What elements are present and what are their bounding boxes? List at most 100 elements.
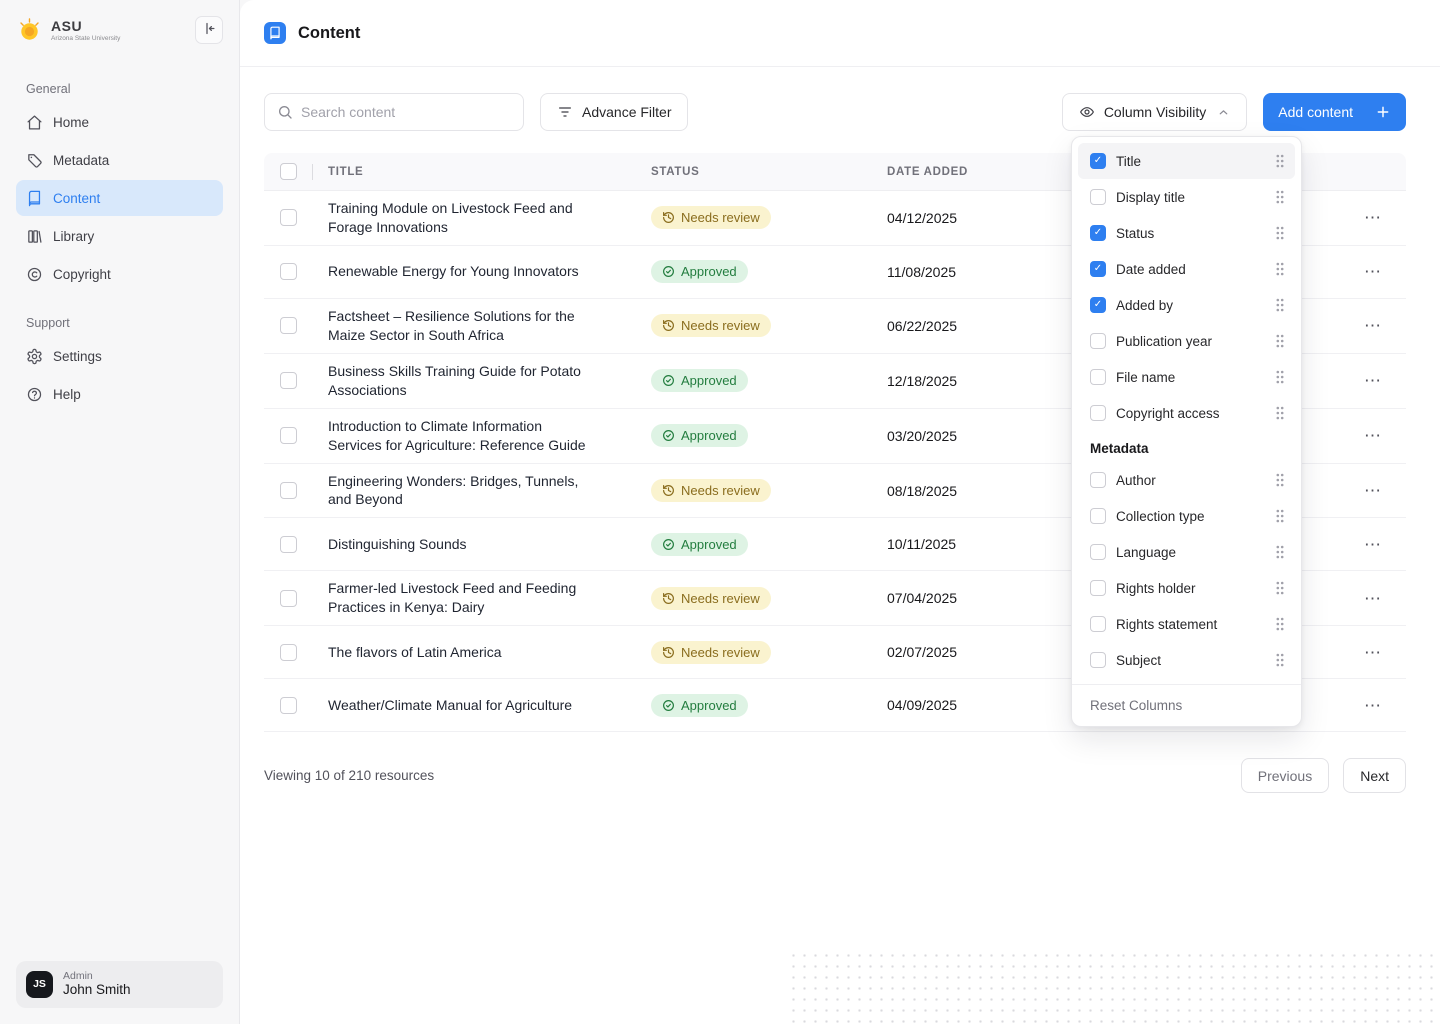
row-date: 02/07/2025 bbox=[887, 644, 1063, 660]
column-option-checkbox[interactable] bbox=[1090, 405, 1106, 421]
drag-handle-icon[interactable] bbox=[1275, 580, 1285, 596]
search-input[interactable] bbox=[301, 104, 511, 120]
settings-icon bbox=[26, 348, 43, 365]
sidebar-item-label: Metadata bbox=[53, 153, 109, 168]
column-menu-items: ✓TitleDisplay title ✓ Status ✓Date added✓Ad… bbox=[1072, 143, 1301, 431]
column-option-title[interactable]: ✓Title bbox=[1078, 143, 1295, 179]
row-checkbox[interactable] bbox=[280, 482, 297, 499]
drag-handle-icon[interactable] bbox=[1275, 261, 1285, 277]
drag-handle-icon[interactable] bbox=[1275, 153, 1285, 169]
drag-handle-icon[interactable] bbox=[1275, 472, 1285, 488]
sidebar-item-metadata[interactable]: Metadata bbox=[16, 142, 223, 178]
column-option-file-name[interactable]: File name bbox=[1078, 359, 1295, 395]
row-actions-button[interactable]: ⋯ bbox=[1364, 317, 1382, 334]
row-actions-button[interactable]: ⋯ bbox=[1364, 697, 1382, 714]
column-option-status[interactable]: ✓ Status bbox=[1078, 215, 1295, 251]
sidebar-item-settings[interactable]: Settings bbox=[16, 338, 223, 374]
drag-handle-icon[interactable] bbox=[1275, 297, 1285, 313]
advance-filter-label: Advance Filter bbox=[582, 104, 671, 120]
row-actions-button[interactable]: ⋯ bbox=[1364, 644, 1382, 661]
column-option-date-added[interactable]: ✓Date added bbox=[1078, 251, 1295, 287]
column-option-label: Language bbox=[1116, 545, 1265, 560]
row-actions-button[interactable]: ⋯ bbox=[1364, 590, 1382, 607]
panel-collapse-icon bbox=[202, 21, 217, 39]
column-option-collection-type[interactable]: Collection type bbox=[1078, 498, 1295, 534]
advance-filter-button[interactable]: Advance Filter bbox=[540, 93, 688, 131]
row-actions-button[interactable]: ⋯ bbox=[1364, 536, 1382, 553]
metadata-section-label: Metadata bbox=[1072, 431, 1301, 462]
row-actions-button[interactable]: ⋯ bbox=[1364, 209, 1382, 226]
drag-handle-icon[interactable] bbox=[1275, 652, 1285, 668]
row-actions-button[interactable]: ⋯ bbox=[1364, 263, 1382, 280]
column-option-label: Collection type bbox=[1116, 509, 1265, 524]
status-label: Approved bbox=[681, 428, 737, 443]
column-option-rights-statement[interactable]: Rights statement bbox=[1078, 606, 1295, 642]
sidebar-collapse-button[interactable] bbox=[195, 16, 223, 44]
help-icon bbox=[26, 386, 43, 403]
drag-handle-icon[interactable] bbox=[1275, 333, 1285, 349]
history-icon bbox=[662, 646, 675, 659]
column-option-language[interactable]: Language bbox=[1078, 534, 1295, 570]
column-option-checkbox[interactable] bbox=[1090, 472, 1106, 488]
row-checkbox[interactable] bbox=[280, 697, 297, 714]
column-option-added-by[interactable]: ✓Added by bbox=[1078, 287, 1295, 323]
status-label: Needs review bbox=[681, 591, 760, 606]
column-option-author[interactable]: Author bbox=[1078, 462, 1295, 498]
column-option-display-title[interactable]: Display title bbox=[1078, 179, 1295, 215]
row-checkbox[interactable] bbox=[280, 317, 297, 334]
column-option-checkbox[interactable] bbox=[1090, 508, 1106, 524]
column-visibility-button[interactable]: Column Visibility bbox=[1062, 93, 1247, 131]
history-icon bbox=[662, 319, 675, 332]
row-checkbox[interactable] bbox=[280, 427, 297, 444]
next-button[interactable]: Next bbox=[1343, 758, 1406, 793]
column-option-checkbox[interactable] bbox=[1090, 652, 1106, 668]
column-option-copyright-access[interactable]: Copyright access bbox=[1078, 395, 1295, 431]
row-actions-button[interactable]: ⋯ bbox=[1364, 482, 1382, 499]
column-visibility-label: Column Visibility bbox=[1104, 104, 1206, 120]
column-option-checkbox[interactable] bbox=[1090, 580, 1106, 596]
row-actions-button[interactable]: ⋯ bbox=[1364, 427, 1382, 444]
row-checkbox[interactable] bbox=[280, 536, 297, 553]
reset-columns-button[interactable]: Reset Columns bbox=[1072, 684, 1301, 726]
sidebar-item-home[interactable]: Home bbox=[16, 104, 223, 140]
column-option-label: Status bbox=[1116, 226, 1265, 241]
column-option-checkbox[interactable] bbox=[1090, 189, 1106, 205]
sidebar-item-library[interactable]: Library bbox=[16, 218, 223, 254]
row-checkbox[interactable] bbox=[280, 372, 297, 389]
row-date: 11/08/2025 bbox=[887, 264, 1063, 280]
viewing-count: Viewing 10 of 210 resources bbox=[264, 768, 434, 783]
column-option-checkbox[interactable]: ✓ bbox=[1090, 261, 1106, 277]
user-card[interactable]: JS Admin John Smith bbox=[16, 961, 223, 1008]
column-option-label: Publication year bbox=[1116, 334, 1265, 349]
drag-handle-icon[interactable] bbox=[1275, 225, 1285, 241]
column-option-checkbox[interactable] bbox=[1090, 369, 1106, 385]
sidebar-item-copyright[interactable]: Copyright bbox=[16, 256, 223, 292]
row-checkbox[interactable] bbox=[280, 590, 297, 607]
row-actions-button[interactable]: ⋯ bbox=[1364, 372, 1382, 389]
drag-handle-icon[interactable] bbox=[1275, 189, 1285, 205]
column-option-publication-year[interactable]: Publication year bbox=[1078, 323, 1295, 359]
row-checkbox[interactable] bbox=[280, 209, 297, 226]
column-option-rights-holder[interactable]: Rights holder bbox=[1078, 570, 1295, 606]
drag-handle-icon[interactable] bbox=[1275, 508, 1285, 524]
sidebar-item-content[interactable]: Content bbox=[16, 180, 223, 216]
drag-handle-icon[interactable] bbox=[1275, 544, 1285, 560]
drag-handle-icon[interactable] bbox=[1275, 616, 1285, 632]
add-content-button[interactable]: Add content bbox=[1263, 93, 1406, 131]
column-option-label: Copyright access bbox=[1116, 406, 1265, 421]
column-option-checkbox[interactable] bbox=[1090, 616, 1106, 632]
column-option-checkbox[interactable] bbox=[1090, 544, 1106, 560]
column-option-checkbox[interactable]: ✓ bbox=[1090, 225, 1106, 241]
column-option-subject[interactable]: Subject bbox=[1078, 642, 1295, 678]
column-option-checkbox[interactable]: ✓ bbox=[1090, 297, 1106, 313]
sidebar-item-help[interactable]: Help bbox=[16, 376, 223, 412]
row-checkbox[interactable] bbox=[280, 263, 297, 280]
select-all-checkbox[interactable] bbox=[280, 163, 297, 180]
column-header-title: TITLE bbox=[312, 166, 651, 178]
drag-handle-icon[interactable] bbox=[1275, 405, 1285, 421]
column-option-checkbox[interactable] bbox=[1090, 333, 1106, 349]
drag-handle-icon[interactable] bbox=[1275, 369, 1285, 385]
row-checkbox[interactable] bbox=[280, 644, 297, 661]
column-option-checkbox[interactable]: ✓ bbox=[1090, 153, 1106, 169]
previous-button[interactable]: Previous bbox=[1241, 758, 1329, 793]
